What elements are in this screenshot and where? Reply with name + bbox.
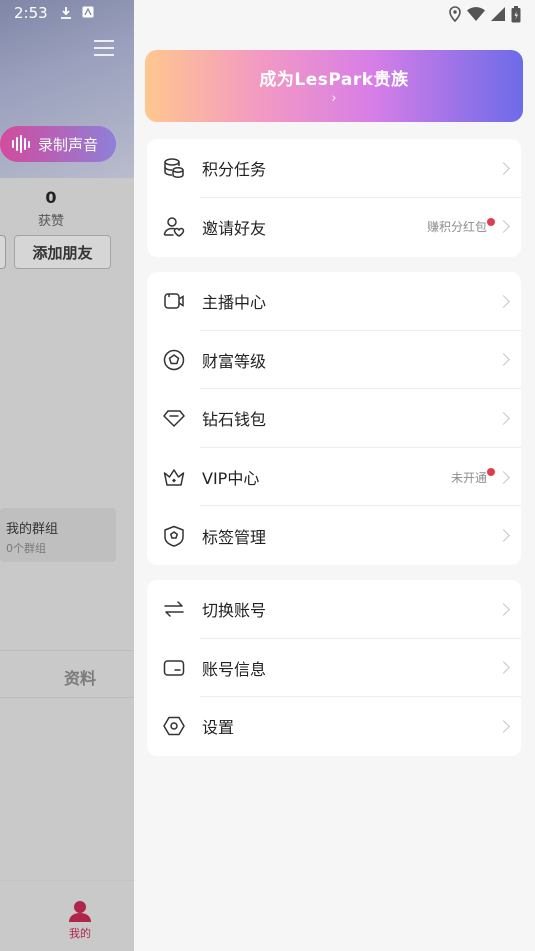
profile-header-background: 2:53 录制声音 (0, 0, 134, 178)
card-icon (163, 660, 185, 676)
record-voice-button[interactable]: 录制声音 (0, 126, 116, 162)
invite-friend-icon (163, 217, 185, 237)
chevron-right-icon (497, 720, 510, 733)
wifi-icon (467, 7, 485, 21)
location-icon (449, 6, 461, 22)
tab-profile[interactable]: 资料 (64, 665, 96, 689)
menu-section-account-features: 主播中心 财富等级 钻石钱包 VIP中心 未开通 标签管理 (147, 272, 521, 565)
likes-count: 0 (45, 188, 57, 207)
notification-dot (487, 217, 495, 226)
nav-mine-label: 我的 (69, 927, 91, 940)
become-noble-title: 成为LesPark贵族 (259, 70, 409, 90)
bottom-navigation: 我的 (0, 880, 134, 951)
menu-item-wealth-level[interactable]: 财富等级 (147, 331, 521, 390)
menu-item-label: 积分任务 (202, 160, 267, 180)
menu-item-settings[interactable]: 设置 (147, 697, 521, 756)
status-bar-right (449, 4, 521, 24)
sound-wave-icon (12, 135, 30, 153)
switch-arrows-icon (164, 601, 184, 618)
invite-reward-hint: 赚积分红包 (426, 220, 487, 235)
my-groups-title: 我的群组 (6, 522, 59, 537)
menu-item-label: 邀请好友 (202, 218, 267, 238)
chevron-right-icon (497, 602, 510, 616)
menu-item-invite-friends[interactable]: 邀请好友 赚积分红包 (147, 198, 521, 257)
menu-item-label: 钻石钱包 (202, 410, 267, 430)
vip-status-text: 未开通 (450, 470, 487, 485)
chevron-right-icon (497, 470, 510, 484)
chevron-right-icon (497, 353, 510, 367)
shield-tag-icon (164, 525, 184, 547)
chevron-right-icon (497, 294, 510, 308)
menu-item-label: 标签管理 (202, 527, 267, 547)
menu-item-label: 财富等级 (202, 351, 267, 371)
side-drawer: 成为LesPark贵族 › 积分任务 邀请好友 赚积分红包 主播中心 财富等级 … (134, 0, 535, 951)
menu-item-account-info[interactable]: 账号信息 (147, 639, 521, 698)
app-notification-icon (82, 6, 94, 22)
background-profile-page: 2:53 录制声音 0 获赞 添加朋友 我的群组 0个群组 资料 我的 (0, 0, 134, 951)
menu-section-settings: 切换账号 账号信息 设置 (147, 580, 521, 756)
chevron-right-icon (497, 412, 510, 425)
menu-item-switch-account[interactable]: 切换账号 (147, 580, 521, 639)
menu-item-label: 设置 (202, 718, 235, 738)
record-voice-label: 录制声音 (38, 135, 99, 154)
menu-item-vip-center[interactable]: VIP中心 未开通 (147, 448, 521, 507)
my-groups-count: 0个群组 (6, 542, 46, 555)
status-notification-icons (60, 6, 94, 22)
menu-section-points: 积分任务 邀请好友 赚积分红包 (147, 139, 521, 257)
download-icon (60, 6, 72, 22)
menu-item-diamond-wallet[interactable]: 钻石钱包 (147, 389, 521, 448)
menu-item-label: 切换账号 (202, 601, 267, 621)
nav-item-mine[interactable]: 我的 (58, 899, 102, 941)
person-icon (69, 901, 91, 922)
status-time: 2:53 (14, 4, 48, 22)
hamburger-menu-icon[interactable] (94, 40, 114, 58)
my-groups-card[interactable]: 我的群组 0个群组 (0, 508, 116, 562)
hexagon-settings-icon (163, 717, 185, 736)
crown-icon (163, 469, 185, 486)
cell-signal-icon (491, 7, 505, 21)
wealth-pentagon-icon (163, 349, 185, 371)
become-noble-banner[interactable]: 成为LesPark贵族 › (145, 50, 523, 122)
battery-icon (511, 5, 521, 22)
follow-button-partial[interactable] (0, 235, 6, 269)
chevron-right-icon (497, 220, 510, 234)
notification-dot (487, 467, 495, 476)
add-friend-button[interactable]: 添加朋友 (14, 235, 111, 269)
likes-label: 获赞 (37, 214, 64, 229)
chevron-right-icon (497, 661, 510, 675)
coins-stack-icon (164, 158, 184, 179)
menu-item-label: 账号信息 (202, 659, 267, 679)
menu-item-label: VIP中心 (202, 469, 260, 489)
menu-item-tag-management[interactable]: 标签管理 (147, 506, 521, 565)
menu-item-points-tasks[interactable]: 积分任务 (147, 139, 521, 198)
diamond-icon (163, 410, 185, 428)
chevron-right-icon (497, 161, 510, 175)
video-camera-icon (164, 293, 184, 310)
menu-item-label: 主播中心 (202, 293, 267, 313)
profile-tabbar: 资料 (0, 650, 134, 698)
menu-item-host-center[interactable]: 主播中心 (147, 272, 521, 331)
chevron-right-icon: › (331, 91, 337, 106)
chevron-right-icon (497, 529, 510, 543)
